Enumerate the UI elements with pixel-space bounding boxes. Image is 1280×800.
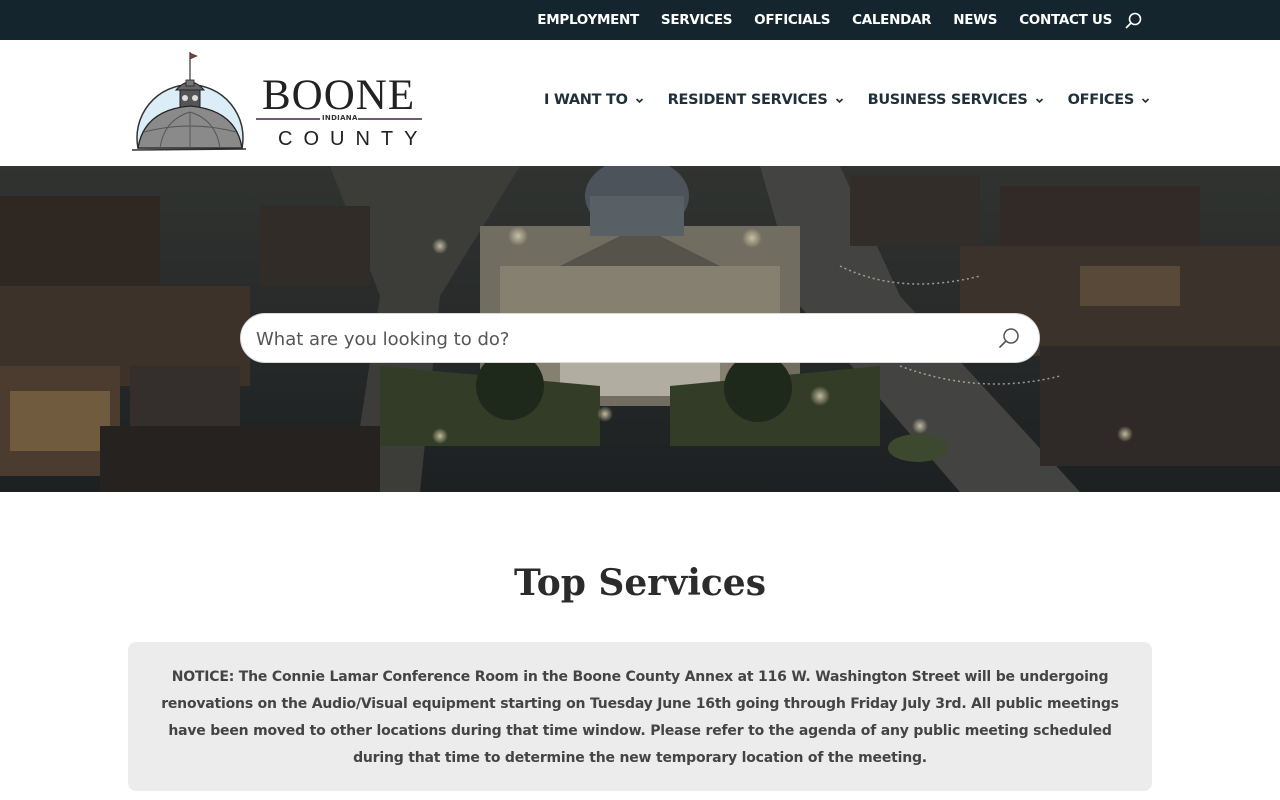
main-nav-label: I WANT TO <box>544 92 628 108</box>
utility-link-officials[interactable]: OFFICIALS <box>754 12 830 28</box>
boone-county-logo[interactable]: BOONE INDIANA COUNTY <box>130 50 430 154</box>
main-nav-business-services[interactable]: BUSINESS SERVICES <box>868 92 1044 108</box>
site-header: BOONE INDIANA COUNTY I WANT TO RESIDENT … <box>0 40 1280 166</box>
logo-rule-right <box>358 118 422 120</box>
main-nav-label: RESIDENT SERVICES <box>667 92 828 108</box>
courthouse-dome-icon <box>131 52 247 151</box>
main-nav-resident-services[interactable]: RESIDENT SERVICES <box>668 92 844 108</box>
main-nav: I WANT TO RESIDENT SERVICES BUSINESS SER… <box>544 92 1150 108</box>
notice-banner: NOTICE: The Connie Lamar Conference Room… <box>128 642 1152 791</box>
hero-banner <box>0 166 1280 492</box>
chevron-down-icon <box>835 96 844 105</box>
logo-wordmark-county: COUNTY <box>278 128 429 150</box>
logo-state-label: INDIANA <box>322 114 358 122</box>
chevron-down-icon <box>1035 96 1044 105</box>
main-nav-offices[interactable]: OFFICES <box>1068 92 1150 108</box>
search-icon[interactable] <box>997 326 1021 350</box>
utility-link-contact-us[interactable]: CONTACT US <box>1019 12 1112 28</box>
main-nav-i-want-to[interactable]: I WANT TO <box>544 92 644 108</box>
top-utility-bar: EMPLOYMENT SERVICES OFFICIALS CALENDAR N… <box>0 0 1280 40</box>
chevron-down-icon <box>635 96 644 105</box>
utility-link-employment[interactable]: EMPLOYMENT <box>537 12 639 28</box>
logo-rule-left <box>256 118 320 120</box>
logo-wordmark-boone: BOONE <box>262 72 416 119</box>
chevron-down-icon <box>1141 96 1150 105</box>
notice-text: NOTICE: The Connie Lamar Conference Room… <box>161 669 1119 766</box>
site-search-box <box>240 313 1040 364</box>
utility-link-calendar[interactable]: CALENDAR <box>852 12 931 28</box>
utility-link-news[interactable]: NEWS <box>953 12 997 28</box>
search-icon[interactable] <box>1124 11 1142 29</box>
utility-nav: EMPLOYMENT SERVICES OFFICIALS CALENDAR N… <box>537 0 1142 40</box>
main-nav-label: OFFICES <box>1067 92 1135 108</box>
top-services-heading: Top Services <box>514 562 766 604</box>
main-nav-label: BUSINESS SERVICES <box>867 92 1028 108</box>
site-search-input[interactable] <box>256 314 976 364</box>
utility-link-services[interactable]: SERVICES <box>661 12 733 28</box>
